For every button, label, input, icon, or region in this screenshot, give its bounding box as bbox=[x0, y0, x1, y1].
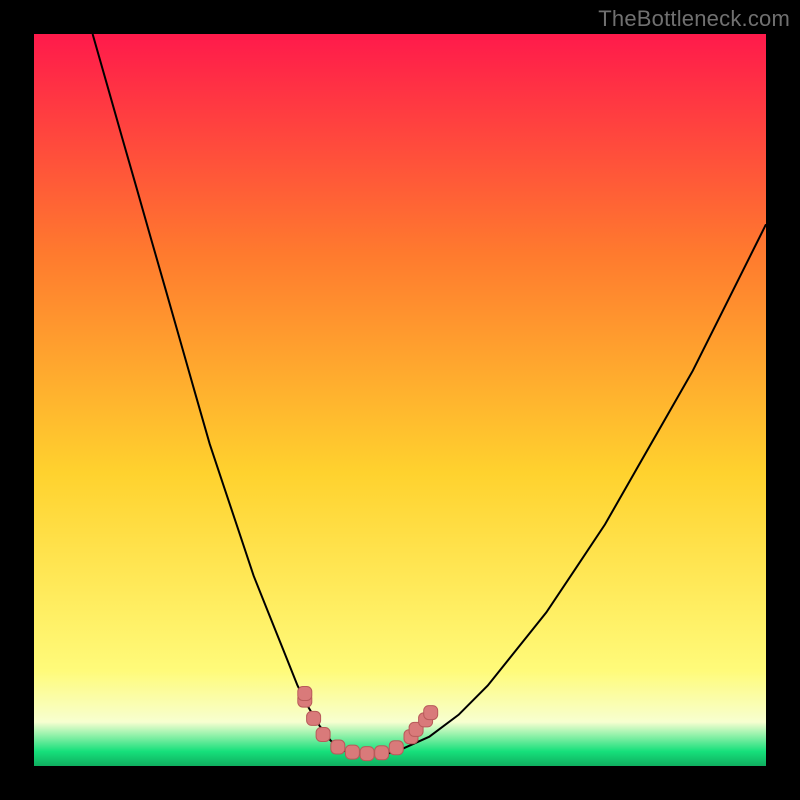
curve-marker bbox=[331, 740, 345, 754]
curve-marker bbox=[375, 746, 389, 760]
curve-marker bbox=[307, 711, 321, 725]
curve-marker bbox=[316, 728, 330, 742]
curve-marker bbox=[345, 745, 359, 759]
bottleneck-chart bbox=[34, 34, 766, 766]
watermark-text: TheBottleneck.com bbox=[598, 6, 790, 32]
plot-area bbox=[34, 34, 766, 766]
curve-marker bbox=[298, 687, 312, 701]
curve-marker bbox=[360, 747, 374, 761]
chart-frame: TheBottleneck.com bbox=[0, 0, 800, 800]
curve-marker bbox=[389, 741, 403, 755]
curve-marker bbox=[424, 706, 438, 720]
gradient-background bbox=[34, 34, 766, 766]
